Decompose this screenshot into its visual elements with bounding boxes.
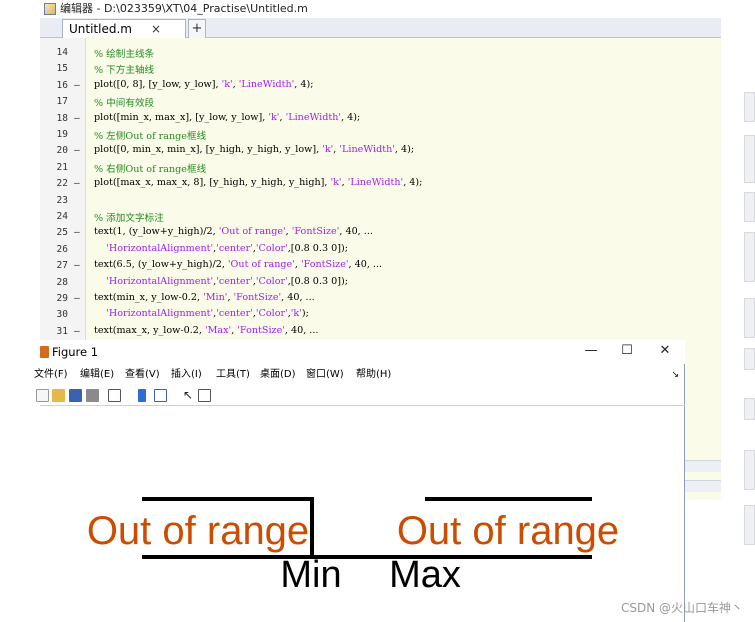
line-number: 18 xyxy=(56,112,68,124)
code-line: 'HorizontalAlignment','center','Color',[… xyxy=(106,242,348,254)
code-line: plot([min_x, max_x], [y_low, y_low], 'k'… xyxy=(94,111,361,123)
breakpoint-marker[interactable]: – xyxy=(74,260,80,271)
breakpoint-marker[interactable]: – xyxy=(74,145,80,156)
breakpoint-marker[interactable]: – xyxy=(74,227,80,238)
code-comment-line: % 添加文字标注 xyxy=(94,213,164,224)
label-min: Min xyxy=(280,554,341,596)
menu-view[interactable]: 查看(V) xyxy=(125,366,160,384)
breakpoint-marker[interactable]: – xyxy=(74,178,80,189)
background-window-thumb xyxy=(744,135,755,183)
background-window-strip xyxy=(685,460,721,472)
menu-tools[interactable]: 工具(T) xyxy=(216,366,250,384)
breakpoint-marker[interactable]: – xyxy=(74,293,80,304)
editor-tabbar: Untitled.m × + xyxy=(40,18,721,38)
breakpoint-marker[interactable]: – xyxy=(74,80,80,91)
figure-axes: Out of range Out of range Min Max xyxy=(87,497,619,596)
editor-title-text: 编辑器 - D:\023359\XT\04_Practise\Untitled.… xyxy=(60,2,308,15)
breakpoint-marker[interactable]: – xyxy=(74,326,80,337)
code-line: plot([max_x, max_x, 8], [y_high, y_high,… xyxy=(94,177,423,189)
line-number: 19 xyxy=(56,129,68,140)
code-line: 'HorizontalAlignment','center','Color','… xyxy=(106,308,309,320)
code-comment-line: % 右侧Out of range框线 xyxy=(94,163,207,175)
line-number: 22 xyxy=(56,178,68,190)
code-line: 'HorizontalAlignment','center','Color',[… xyxy=(106,275,348,287)
new-figure-icon[interactable] xyxy=(36,389,49,402)
line-number: 31 xyxy=(56,325,68,337)
legend-icon[interactable] xyxy=(154,389,167,402)
line-number: 17 xyxy=(56,96,68,108)
figure-titlebar: Figure 1 — ☐ ✕ xyxy=(40,340,685,364)
menu-desktop[interactable]: 桌面(D) xyxy=(260,366,296,384)
menu-insert[interactable]: 插入(I) xyxy=(171,366,202,384)
label-out-of-range-left: Out of range xyxy=(87,509,309,553)
close-button[interactable]: ✕ xyxy=(650,340,680,364)
save-icon[interactable] xyxy=(69,389,82,402)
desktop: 编辑器 - D:\023359\XT\04_Practise\Untitled.… xyxy=(0,0,755,622)
open-file-icon[interactable] xyxy=(52,389,65,402)
code-line: text(6.5, (y_low+y_high)/2, 'Out of rang… xyxy=(94,259,383,271)
watermark: CSDN @火山口车神丶 xyxy=(620,601,743,615)
background-window-thumb xyxy=(744,348,755,370)
label-out-of-range-right: Out of range xyxy=(397,509,619,553)
background-window-thumb xyxy=(744,232,755,282)
minimize-button[interactable]: — xyxy=(576,340,606,364)
line-number: 26 xyxy=(56,243,68,255)
background-window-thumb xyxy=(744,450,755,490)
line-number: 27 xyxy=(56,260,68,272)
menu-file[interactable]: 文件(F) xyxy=(34,366,68,384)
tab-label: Untitled.m xyxy=(69,22,132,36)
link-icon[interactable] xyxy=(108,389,121,402)
code-line: text(1, (y_low+y_high)/2, 'Out of range'… xyxy=(94,226,373,238)
background-window-thumb xyxy=(744,398,755,420)
add-tab-button[interactable]: + xyxy=(188,19,206,38)
maximize-button[interactable]: ☐ xyxy=(612,340,642,364)
matlab-figure-icon xyxy=(40,346,49,358)
menu-edit[interactable]: 编辑(E) xyxy=(80,366,114,384)
background-window-thumb xyxy=(744,505,755,545)
menu-window[interactable]: 窗口(W) xyxy=(306,366,344,384)
figure-menubar: 文件(F) 编辑(E) 查看(V) 插入(I) 工具(T) 桌面(D) 窗口(W… xyxy=(34,366,685,384)
property-editor-icon[interactable] xyxy=(198,389,211,402)
background-window-thumb xyxy=(744,192,755,222)
menu-help[interactable]: 帮助(H) xyxy=(356,366,391,384)
code-comment-line: % 中间有效段 xyxy=(94,98,155,110)
line-number: 28 xyxy=(56,276,68,288)
line-number: 14 xyxy=(56,47,68,58)
breakpoint-marker[interactable]: – xyxy=(74,113,80,124)
code-line: text(max_x, y_low-0.2, 'Max', 'FontSize'… xyxy=(94,324,319,336)
background-window-thumb xyxy=(744,298,755,338)
figure-toolbar: ↖ xyxy=(36,386,685,406)
line-number: 16 xyxy=(56,79,68,91)
pointer-icon[interactable]: ↖ xyxy=(183,389,193,402)
editor-app-icon xyxy=(44,3,56,15)
print-icon[interactable] xyxy=(86,389,99,402)
code-comment-line: % 左侧Out of range框线 xyxy=(94,131,207,142)
code-comment-line: % 下方主轴线 xyxy=(94,65,155,77)
tab-untitled[interactable]: Untitled.m × xyxy=(62,19,186,38)
line-number: 23 xyxy=(56,194,68,206)
code-line: text(min_x, y_low-0.2, 'Min', 'FontSize'… xyxy=(94,292,315,303)
figure-title-text: Figure 1 xyxy=(52,345,99,359)
colorbar-icon[interactable] xyxy=(138,389,146,402)
line-number: 21 xyxy=(56,161,68,173)
line-number: 20 xyxy=(56,145,68,157)
figure-window: Figure 1 — ☐ ✕ 文件(F) 编辑(E) 查看(V) 插入(I) 工… xyxy=(34,340,685,622)
code-comment-line: % 绘制主线条 xyxy=(94,49,155,60)
background-window-strip xyxy=(685,480,721,492)
code-line: plot([0, min_x, min_x], [y_high, y_high,… xyxy=(94,144,415,156)
menubar-expand-icon[interactable]: ↘ xyxy=(671,366,679,384)
background-window-thumb xyxy=(744,92,755,122)
line-number: 15 xyxy=(56,63,68,75)
editor-titlebar: 编辑器 - D:\023359\XT\04_Practise\Untitled.… xyxy=(40,0,721,18)
line-number: 30 xyxy=(56,309,68,321)
code-line: plot([0, 8], [y_low, y_low], 'k', 'LineW… xyxy=(94,78,314,90)
line-number: 29 xyxy=(56,293,68,304)
line-number: 25 xyxy=(56,227,68,239)
tab-close-icon[interactable]: × xyxy=(151,20,161,38)
label-max: Max xyxy=(389,554,461,596)
line-number: 24 xyxy=(56,211,68,222)
